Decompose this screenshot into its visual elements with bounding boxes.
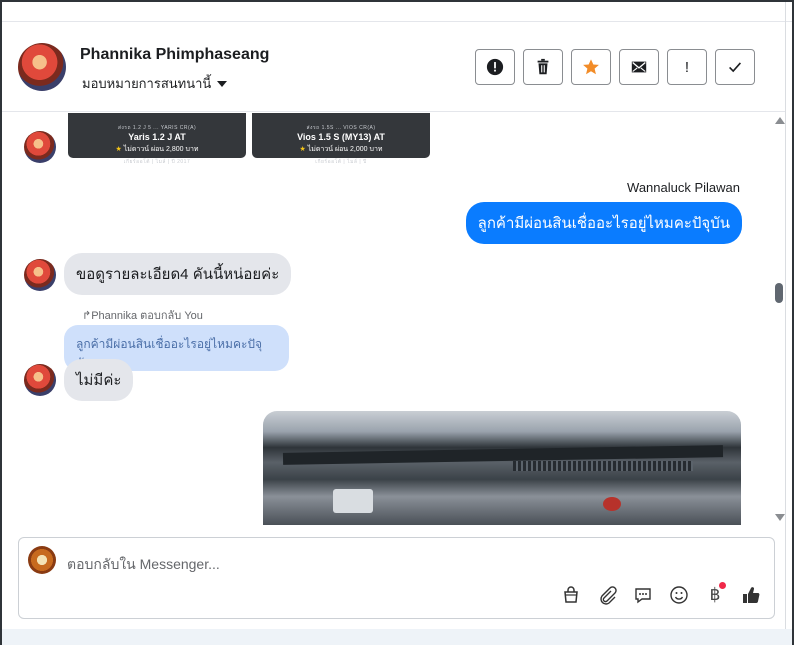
chat-bubble-icon[interactable] [632,584,654,606]
message-list[interactable]: ส่งรถ 1.2 J 5 ... YARIS CR(A) Yaris 1.2 … [2,113,786,525]
car-card-yaris[interactable]: ส่งรถ 1.2 J 5 ... YARIS CR(A) Yaris 1.2 … [68,113,246,165]
baht-icon[interactable]: ฿ [704,582,726,606]
card-title: Yaris 1.2 J AT [128,132,186,142]
photo-detail [513,461,693,471]
reply-input[interactable]: ตอบกลับใน Messenger... [67,554,220,576]
star-button[interactable] [571,49,611,85]
photo-detail [333,489,373,513]
contact-avatar-small [24,131,56,163]
assign-label: มอบหมายการสนทนานี้ [82,76,212,91]
check-icon [729,62,742,73]
notification-dot [719,582,726,589]
envelope-icon [631,61,647,73]
delete-button[interactable] [523,49,563,85]
done-button[interactable] [715,49,755,85]
alert-circle-icon [486,58,504,76]
card-price-text: ไม่ดาวน์ ผ่อน 2,800 บาท [123,146,199,153]
scroll-up-icon[interactable] [775,117,785,124]
scroll-thumb[interactable] [775,283,783,303]
message-composer[interactable]: ตอบกลับใน Messenger... ฿ [18,537,775,619]
engine-bay-photo[interactable] [263,411,741,525]
page-avatar [28,546,56,574]
spam-button[interactable]: ! [667,49,707,85]
assign-conversation-dropdown[interactable]: มอบหมายการสนทนานี้ [82,73,228,94]
photo-detail [603,497,621,511]
card-price: ★ ไม่ดาวน์ ผ่อน 2,000 บาท [299,146,383,153]
contact-name[interactable]: Phannika Phimphaseang [80,46,269,64]
card-meta: เกียร์ออโต้ | ไมล์ | ปี [315,159,367,165]
contact-avatar-small [24,259,56,291]
contact-avatar[interactable] [18,43,66,91]
card-top-text: ส่งรถ 1.2 J 5 ... YARIS CR(A) [117,125,197,131]
baht-glyph: ฿ [709,585,721,604]
scroll-down-icon[interactable] [775,514,785,521]
paperclip-icon[interactable] [596,584,618,606]
outgoing-sender-name: Wannaluck Pilawan [627,180,740,195]
smile-icon[interactable] [668,584,690,606]
chat-scrollbar[interactable] [772,113,786,525]
card-top-text: ส่งรถ 1.5S ... VIOS CR(A) [306,125,376,131]
exclamation-icon: ! [684,58,690,76]
card-title: Vios 1.5 S (MY13) AT [297,132,385,142]
outgoing-message[interactable]: ลูกค้ามีผ่อนสินเชื่ออะไรอยู่ไหมคะปัจุบัน [465,202,742,244]
composer-tools: ฿ [560,582,762,606]
bag-icon[interactable] [560,584,582,606]
card-price: ★ ไม่ดาวน์ ผ่อน 2,800 บาท [115,146,199,153]
alert-button[interactable] [475,49,515,85]
incoming-message[interactable]: ไม่มีค่ะ [64,359,134,401]
car-card-vios[interactable]: ส่งรถ 1.5S ... VIOS CR(A) Vios 1.5 S (MY… [252,113,430,165]
conversation-header: Phannika Phimphaseang มอบหมายการสนทนานี้… [2,22,786,112]
thumbs-up-icon[interactable] [740,584,762,606]
top-strip [2,2,792,22]
trash-icon [537,58,549,75]
star-icon [583,59,599,75]
chevron-down-icon [217,80,228,87]
card-meta: เกียร์ออโต้ | ไมล์ | ปี 2017 [123,159,191,165]
reply-meta: ↱Phannika ตอบกลับ You [82,310,203,322]
incoming-message[interactable]: ขอดูรายละเอียด4 คันนี้หน่อยค่ะ [64,253,292,295]
header-actions: ! [475,49,755,85]
divider [785,2,786,645]
mark-unread-button[interactable] [619,49,659,85]
card-price-text: ไม่ดาวน์ ผ่อน 2,000 บาท [307,146,383,153]
contact-avatar-small [24,364,56,396]
messenger-window: Phannika Phimphaseang มอบหมายการสนทนานี้… [0,0,794,645]
bottom-bar [2,629,792,645]
